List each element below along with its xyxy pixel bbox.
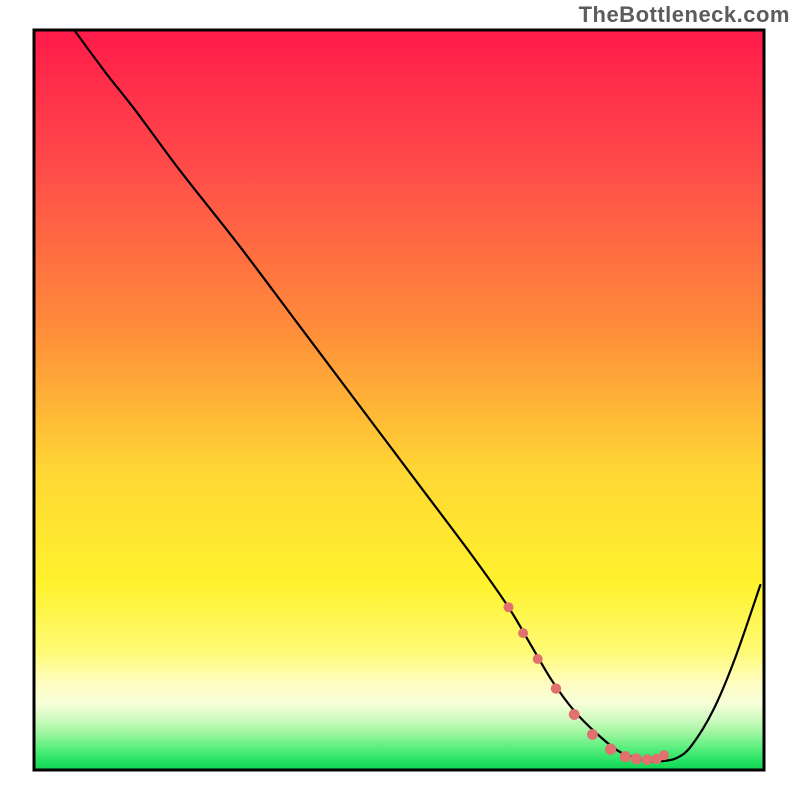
chart-root: TheBottleneck.com bbox=[0, 0, 800, 800]
trough-marker-dot bbox=[620, 751, 631, 762]
watermark-label: TheBottleneck.com bbox=[579, 2, 790, 28]
gradient-background bbox=[34, 30, 764, 770]
trough-marker-dot bbox=[533, 654, 543, 664]
bottleneck-chart bbox=[0, 0, 800, 800]
trough-marker-dot bbox=[587, 729, 598, 740]
trough-marker-dot bbox=[504, 602, 514, 612]
trough-marker-dot bbox=[569, 709, 580, 720]
trough-marker-dot bbox=[605, 744, 616, 755]
trough-marker-dot bbox=[642, 754, 653, 765]
trough-marker-dot bbox=[631, 753, 642, 764]
trough-marker-dot bbox=[659, 750, 669, 760]
trough-marker-dot bbox=[551, 683, 561, 693]
trough-marker-dot bbox=[518, 628, 528, 638]
